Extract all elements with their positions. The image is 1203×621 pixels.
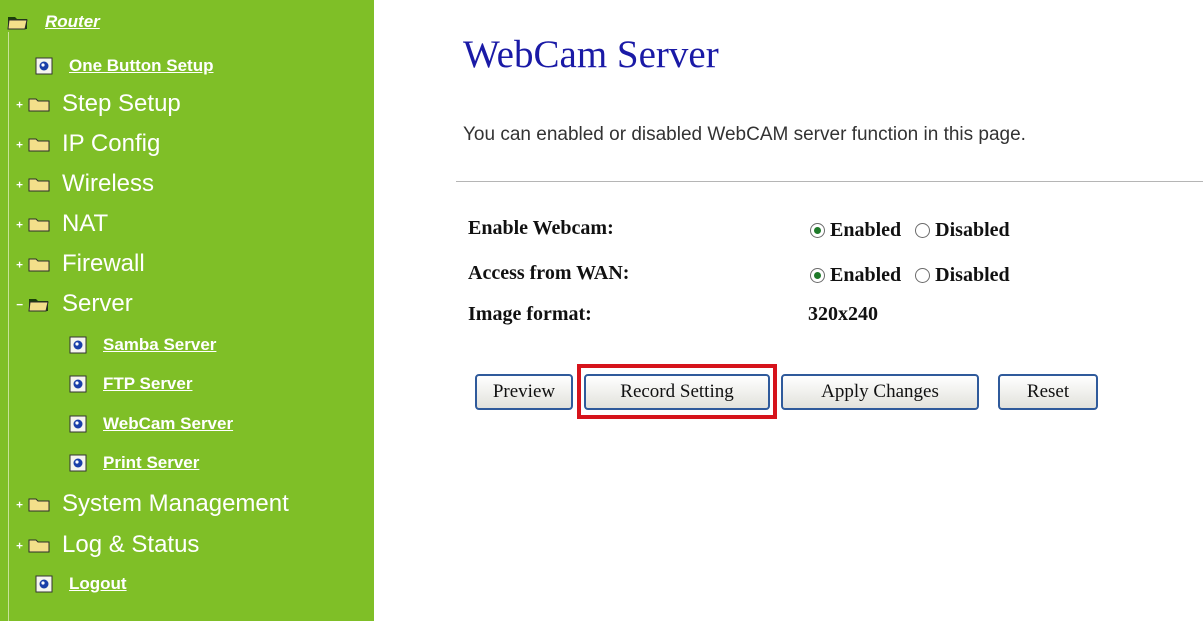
radio-label: Enabled xyxy=(830,219,902,241)
radio-unselected-icon xyxy=(915,268,931,283)
page-icon xyxy=(35,575,53,593)
sidebar-item-nat[interactable]: + NAT xyxy=(14,207,108,241)
access-wan-radio-group: Enabled Disabled xyxy=(810,264,1010,287)
expand-icon[interactable]: + xyxy=(14,99,25,110)
sidebar-item-log-status[interactable]: + Log & Status xyxy=(14,528,199,562)
sidebar-item-print-server[interactable]: Print Server xyxy=(69,447,199,479)
reset-button[interactable]: Reset xyxy=(998,374,1098,410)
folder-icon xyxy=(28,537,50,553)
page-icon xyxy=(69,336,87,354)
sidebar-item-label: WebCam Server xyxy=(103,414,234,433)
sidebar-item-samba-server[interactable]: Samba Server xyxy=(69,329,216,361)
access-wan-enabled-radio[interactable]: Enabled xyxy=(810,264,901,287)
image-format-label: Image format: xyxy=(468,303,592,325)
sidebar-item-label: Wireless xyxy=(62,170,155,197)
sidebar-item-system-management[interactable]: + System Management xyxy=(14,487,289,521)
sidebar-item-webcam-server[interactable]: WebCam Server xyxy=(69,408,233,440)
page-icon xyxy=(69,375,87,393)
sidebar-item-label: FTP Server xyxy=(103,374,193,393)
sidebar-item-label: Logout xyxy=(69,574,127,593)
apply-changes-button[interactable]: Apply Changes xyxy=(781,374,979,410)
folder-icon xyxy=(28,256,50,272)
sidebar-item-label: Log & Status xyxy=(62,531,200,558)
sidebar-item-ftp-server[interactable]: FTP Server xyxy=(69,368,192,400)
sidebar-item-step-setup[interactable]: + Step Setup xyxy=(14,87,181,121)
folder-icon xyxy=(28,136,50,152)
radio-selected-icon xyxy=(810,268,825,283)
folder-icon xyxy=(28,96,50,112)
folder-open-icon xyxy=(7,14,29,30)
enable-webcam-label: Enable Webcam: xyxy=(468,217,614,239)
folder-icon xyxy=(28,216,50,232)
sidebar-item-one-button-setup[interactable]: One Button Setup xyxy=(35,50,213,82)
expand-icon[interactable]: + xyxy=(14,179,25,190)
sidebar-item-label: Samba Server xyxy=(103,335,217,354)
folder-open-icon xyxy=(28,296,50,312)
collapse-icon[interactable]: − xyxy=(14,299,25,310)
image-format-value: 320x240 xyxy=(808,303,878,325)
record-setting-button[interactable]: Record Setting xyxy=(584,374,770,410)
radio-label: Disabled xyxy=(935,219,1010,241)
page-title: WebCam Server xyxy=(463,33,719,76)
tree-line xyxy=(8,32,9,621)
folder-icon xyxy=(28,496,50,512)
radio-label: Enabled xyxy=(830,264,902,286)
radio-label: Disabled xyxy=(935,264,1010,286)
sidebar-item-wireless[interactable]: + Wireless xyxy=(14,167,154,201)
expand-icon[interactable]: + xyxy=(14,139,25,150)
sidebar-item-ip-config[interactable]: + IP Config xyxy=(14,127,160,161)
folder-icon xyxy=(28,176,50,192)
page-description: You can enabled or disabled WebCAM serve… xyxy=(463,124,1026,145)
sidebar-item-logout[interactable]: Logout xyxy=(35,568,127,600)
sidebar-nav: Router One Button Setup + Step Setup + I… xyxy=(0,0,374,621)
radio-selected-icon xyxy=(810,223,825,238)
sidebar-item-label: IP Config xyxy=(62,130,161,157)
expand-icon[interactable]: + xyxy=(14,540,25,551)
sidebar-item-label: Router xyxy=(45,12,100,31)
enable-webcam-radio-group: Enabled Disabled xyxy=(810,219,1010,242)
sidebar-item-label: Firewall xyxy=(62,250,145,277)
expand-icon[interactable]: + xyxy=(14,219,25,230)
expand-icon[interactable]: + xyxy=(14,259,25,270)
sidebar-item-label: Step Setup xyxy=(62,90,181,117)
sidebar-item-firewall[interactable]: + Firewall xyxy=(14,247,145,281)
expand-icon[interactable]: + xyxy=(14,499,25,510)
enable-webcam-disabled-radio[interactable]: Disabled xyxy=(915,219,1010,242)
sidebar-item-server[interactable]: − Server xyxy=(14,287,133,321)
sidebar-item-router[interactable]: Router xyxy=(7,10,100,34)
sidebar-item-label: Server xyxy=(62,290,133,317)
preview-button[interactable]: Preview xyxy=(475,374,573,410)
radio-unselected-icon xyxy=(915,223,931,238)
enable-webcam-enabled-radio[interactable]: Enabled xyxy=(810,219,901,242)
sidebar-item-label: One Button Setup xyxy=(69,56,214,75)
page-icon xyxy=(69,454,87,472)
access-wan-label: Access from WAN: xyxy=(468,262,630,284)
sidebar-item-label: System Management xyxy=(62,490,289,517)
divider xyxy=(456,181,1203,182)
page-icon xyxy=(69,415,87,433)
access-wan-disabled-radio[interactable]: Disabled xyxy=(915,264,1010,287)
sidebar-item-label: Print Server xyxy=(103,453,200,472)
page-icon xyxy=(35,57,53,75)
sidebar-item-label: NAT xyxy=(62,210,109,237)
